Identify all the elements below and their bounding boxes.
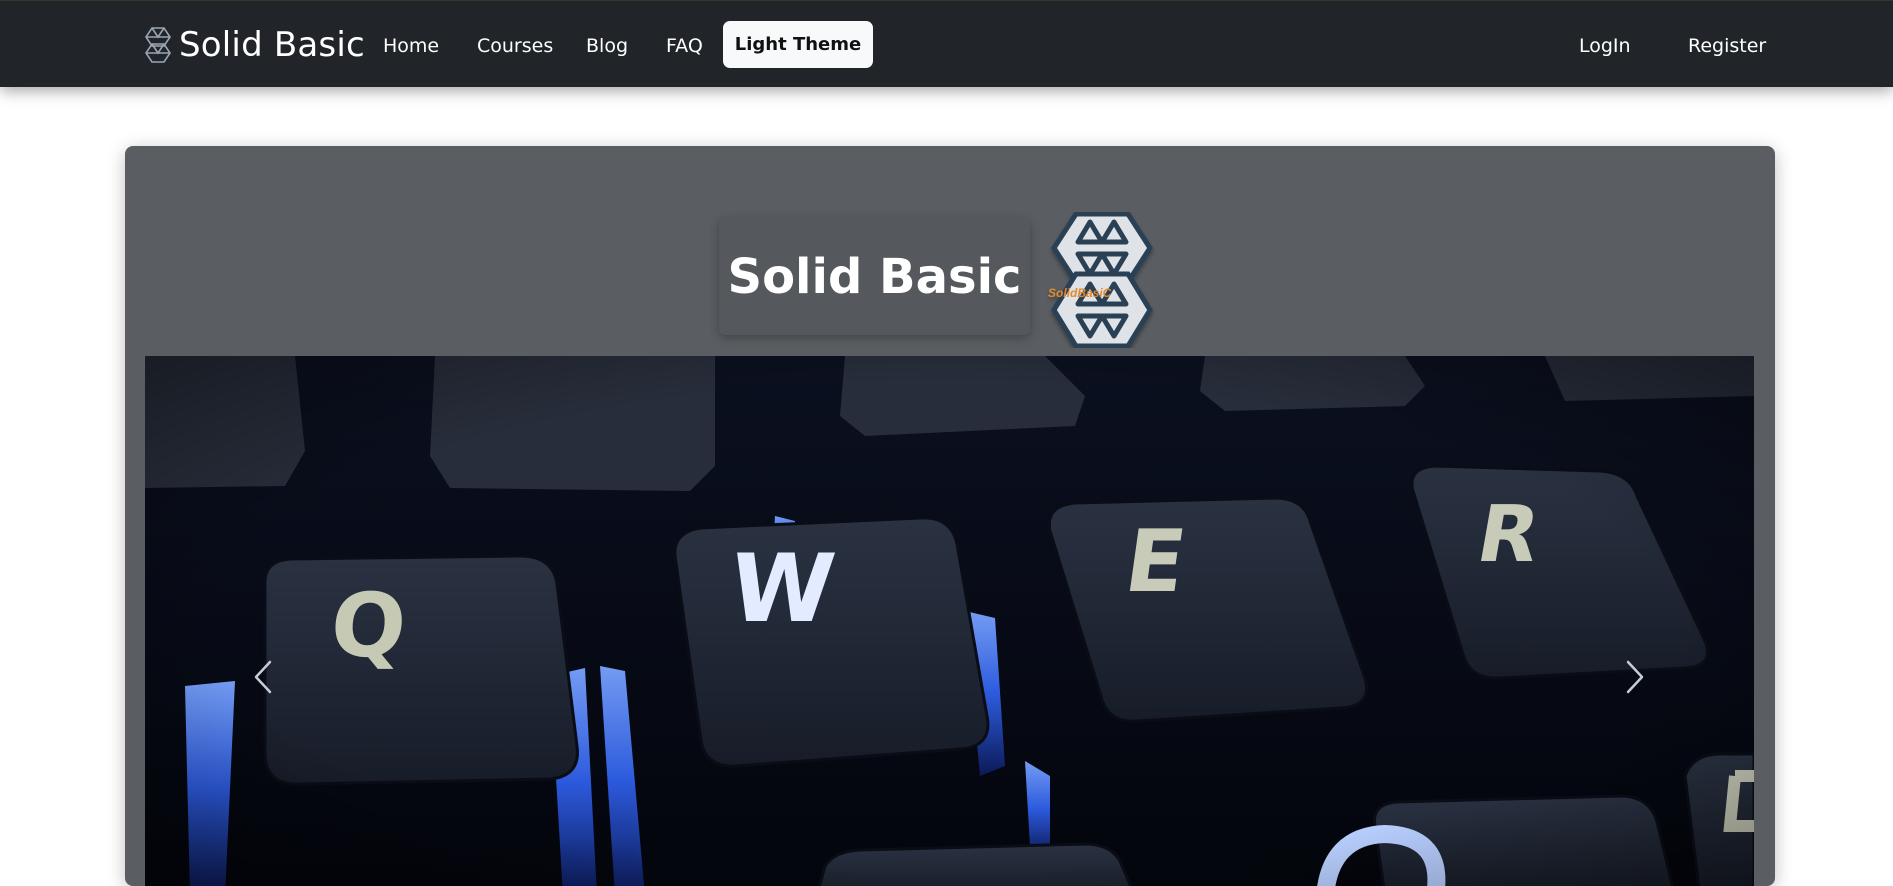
hero-title-card: Solid Basic (719, 218, 1030, 335)
top-navbar: Solid Basic Home Courses Blog FAQ Light … (0, 0, 1893, 87)
theme-toggle-button[interactable]: Light Theme (723, 21, 873, 68)
login-link[interactable]: LogIn (1579, 31, 1631, 61)
navbar-brand[interactable]: Solid Basic (143, 23, 365, 67)
chevron-right-icon[interactable] (1618, 659, 1648, 695)
solid-basic-logo: SolidBasiC (1048, 212, 1153, 348)
solid-basic-logo-icon (145, 27, 171, 63)
logo-text: SolidBasiC (1048, 286, 1112, 300)
brand-name: Solid Basic (179, 25, 365, 65)
hero-carousel[interactable]: Q W E R (145, 356, 1754, 886)
hero-section: Solid Basic SolidBasiC (125, 146, 1775, 886)
register-link[interactable]: Register (1688, 31, 1766, 61)
nav-link-home[interactable]: Home (383, 31, 439, 61)
keyboard-keys-photo: Q W E R (145, 356, 1754, 886)
nav-link-courses[interactable]: Courses (477, 31, 553, 61)
hero-title: Solid Basic (727, 248, 1022, 305)
nav-link-blog[interactable]: Blog (586, 31, 628, 61)
nav-link-faq[interactable]: FAQ (666, 31, 703, 61)
chevron-left-icon[interactable] (250, 659, 280, 695)
